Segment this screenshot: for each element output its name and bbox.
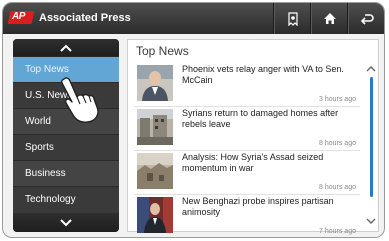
sections-icon [287,11,298,26]
sections-button[interactable] [273,3,311,34]
story-headline: New Benghazi probe inspires partisan ani… [182,196,334,217]
page-title: Top News [136,44,189,58]
scrollbar-thumb[interactable] [370,77,373,197]
app-header: AP Associated Press [3,3,384,34]
app-window: AP Associated Press Top News U.S. News W… [2,2,385,238]
sidebar-item-technology[interactable]: Technology [13,186,119,212]
story-item[interactable]: Syrians return to damaged homes after re… [134,106,360,151]
story-thumbnail [137,65,173,101]
scroll-up-icon[interactable] [366,65,376,72]
story-item[interactable]: Analysis: How Syria's Assad seized momen… [134,150,360,195]
back-icon [360,13,374,25]
app-title: Associated Press [39,12,131,24]
sidebar-item-business[interactable]: Business [13,160,119,186]
story-headline: Phoenix vets relay anger with VA to Sen.… [182,64,344,85]
chevron-up-icon [60,44,72,52]
back-button[interactable] [347,3,384,34]
story-timestamp: 3 hours ago [319,96,356,103]
sidebar-scroll-up-button[interactable] [13,39,119,56]
story-timestamp: 8 hours ago [319,184,356,191]
sidebar-item-sports[interactable]: Sports [13,134,119,160]
story-item[interactable]: New Benghazi probe inspires partisan ani… [134,194,360,237]
news-feed-panel: Top News Phoenix vets relay anger with V… [127,39,379,235]
story-thumbnail [137,197,173,233]
scroll-down-icon[interactable] [366,218,376,225]
sidebar-scroll-down-button[interactable] [13,213,119,232]
story-headline: Analysis: How Syria's Assad seized momen… [182,152,324,173]
story-thumbnail [137,153,173,189]
hand-pointer-icon [60,77,99,123]
section-sidebar: Top News U.S. News World Sports Business… [13,39,119,232]
ap-logo-text: AP [12,11,25,22]
story-timestamp: 7 hours ago [319,228,356,235]
story-item[interactable]: Phoenix vets relay anger with VA to Sen.… [134,62,360,107]
story-headline: Syrians return to damaged homes after re… [182,108,339,129]
home-button[interactable] [310,3,348,34]
home-icon [323,13,336,24]
story-thumbnail [137,109,173,145]
story-timestamp: 8 hours ago [319,140,356,147]
chevron-down-icon [60,218,72,226]
